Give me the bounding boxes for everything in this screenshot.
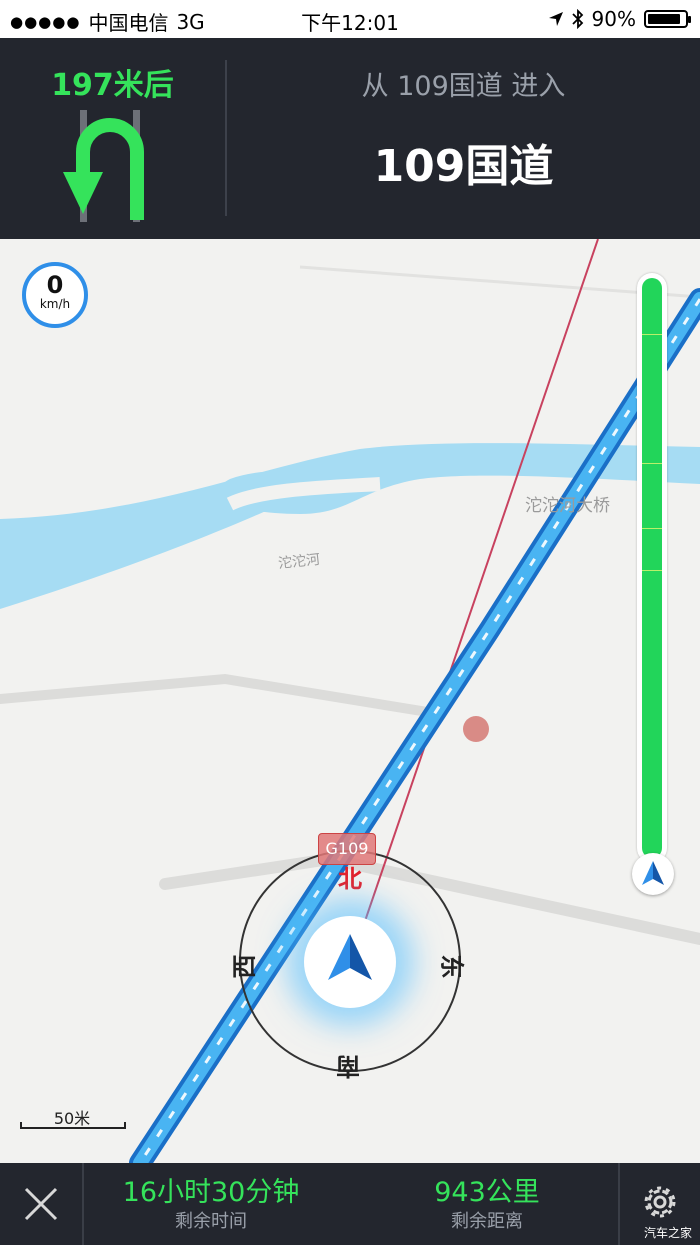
navigation-arrow-icon bbox=[642, 861, 664, 885]
compass-south: 南 bbox=[336, 1052, 360, 1080]
watermark: 汽车之家 bbox=[643, 1226, 692, 1240]
navigation-arrow-icon bbox=[328, 934, 372, 980]
exit-navigation-button[interactable] bbox=[0, 1163, 82, 1245]
battery-percent: 90% bbox=[591, 7, 636, 31]
gas-station-icon[interactable] bbox=[463, 716, 489, 742]
remaining-distance-label: 剩余距离 bbox=[451, 1211, 523, 1232]
remaining-time-label: 剩余时间 bbox=[175, 1211, 247, 1232]
next-road-name: 109国道 bbox=[373, 141, 554, 192]
compass-east: 东 bbox=[437, 954, 466, 979]
status-bar: ●●●●● 中国电信 3G 下午12:01 90% bbox=[0, 0, 700, 38]
clock: 下午12:01 bbox=[301, 11, 399, 35]
speedometer: 0 km/h bbox=[22, 262, 88, 328]
map-scale: 50米 bbox=[20, 1105, 126, 1129]
speed-value: 0 bbox=[46, 271, 64, 299]
map-view[interactable]: 0 km/h 沱沱河大桥 沱沱河 G109 北 南 东 西 50米 bbox=[0, 239, 700, 1163]
vehicle-position-marker[interactable] bbox=[304, 916, 396, 1008]
location-arrow-icon bbox=[548, 12, 563, 26]
route-progress-fill bbox=[642, 278, 662, 858]
gear-icon bbox=[644, 1186, 676, 1218]
scale-bar bbox=[20, 1122, 126, 1129]
remaining-distance-value: 943公里 bbox=[434, 1177, 540, 1208]
maneuver-distance: 197米后 bbox=[51, 68, 174, 103]
speed-unit: km/h bbox=[39, 297, 71, 311]
battery-icon bbox=[644, 10, 691, 28]
u-turn-icon bbox=[63, 110, 144, 222]
bridge-label: 沱沱河大桥 bbox=[525, 496, 610, 516]
compass-west: 西 bbox=[230, 954, 259, 979]
progress-position-marker bbox=[632, 853, 674, 895]
remaining-time: 16小时30分钟 剩余时间 bbox=[84, 1177, 338, 1235]
remaining-time-value: 16小时30分钟 bbox=[122, 1177, 300, 1208]
enter-road-text: 从 109国道 进入 bbox=[361, 71, 566, 102]
bluetooth-icon bbox=[571, 9, 583, 29]
trip-summary-bar: 16小时30分钟 剩余时间 943公里 剩余距离 汽车之家 bbox=[0, 1163, 700, 1245]
route-progress-bar bbox=[637, 273, 667, 863]
close-icon bbox=[24, 1187, 58, 1221]
navigation-instruction-panel: 197米后 从 109国道 进入 109国道 bbox=[0, 38, 700, 239]
compass-north: 北 bbox=[338, 865, 362, 893]
remaining-distance: 943公里 剩余距离 bbox=[360, 1177, 614, 1235]
map-canvas[interactable] bbox=[0, 239, 700, 1163]
